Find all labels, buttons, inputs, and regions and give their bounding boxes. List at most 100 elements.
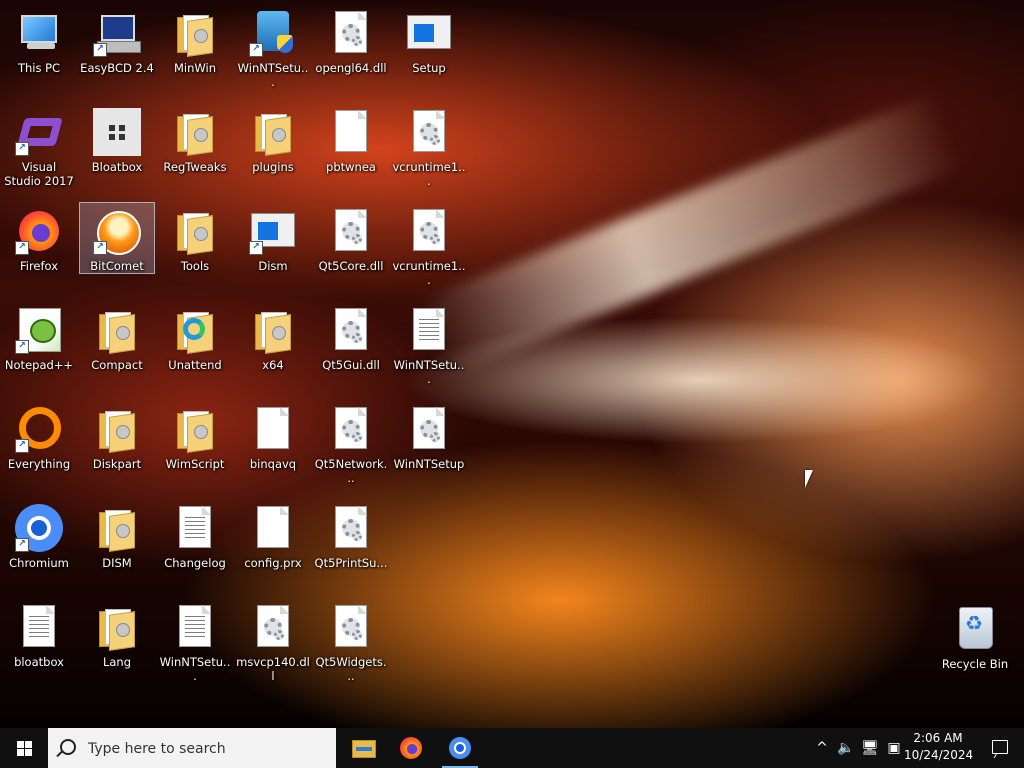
dll-file-icon [257,605,289,647]
desktop-icon-qt5core-dll[interactable]: Qt5Core.dll [313,202,389,274]
taskbar-firefox-button[interactable] [387,728,435,768]
desktop-icon-opengl64-dll[interactable]: opengl64.dll [313,4,389,76]
desktop-icon-label: Everything [7,457,71,471]
desktop-icon-glyph [15,603,63,651]
desktop-icon-wimscript[interactable]: WimScript [157,400,233,472]
desktop-icon-glyph: ↗ [15,504,63,552]
network-icon[interactable]: 🖥 [860,738,880,758]
desktop-icon-glyph [93,405,141,453]
desktop-icon-changelog[interactable]: Changelog [157,499,233,571]
text-file-icon [179,605,211,647]
desktop-icon-config-prx[interactable]: config.prx [235,499,311,571]
desktop-icon-qt5widgets[interactable]: Qt5Widgets... [313,598,389,684]
desktop-icon-glyph: ↗ [249,9,297,57]
desktop-icon-label: Firefox [19,259,59,273]
desktop-icon-qt5printsu[interactable]: Qt5PrintSu... [313,499,389,571]
desktop-icon-firefox[interactable]: ↗ Firefox [1,202,77,274]
desktop-icon-label: DISM [102,556,132,570]
this-pc-icon [21,15,57,43]
desktop-icon-dism[interactable]: ↗ Dism [235,202,311,274]
dll-file-icon [413,110,445,152]
desktop-icon-glyph [171,9,219,57]
folder-icon [99,609,135,651]
desktop-icon-label: This PC [17,61,61,75]
notification-icon [992,740,1008,754]
desktop-icon-notepad[interactable]: ↗ Notepad++ [1,301,77,373]
folder-icon [177,411,213,453]
desktop-icon-glyph [171,108,219,156]
action-center-button[interactable] [976,728,1024,768]
bloatbox-icon [93,108,141,156]
desktop-icon-vcruntime1[interactable]: vcruntime1... [391,202,467,288]
search-icon [60,739,76,755]
desktop-icon-diskpart[interactable]: Diskpart [79,400,155,472]
desktop-icon-glyph [327,207,375,255]
desktop-icon-winntsetup[interactable]: WinNTSetup [391,400,467,472]
desktop-icon-plugins[interactable]: plugins [235,103,311,175]
blank-file-icon [257,506,289,548]
desktop-icon-tools[interactable]: Tools [157,202,233,274]
desktop-icon-everything[interactable]: ↗ Everything [1,400,77,472]
desktop-icon-vcruntime1[interactable]: vcruntime1... [391,103,467,189]
desktop-icon-winntsetu[interactable]: ↗ WinNTSetu... [235,4,311,90]
folder-icon [99,411,135,453]
desktop-icon-bitcomet[interactable]: ↗ BitComet [79,202,155,274]
desktop-icon-label: Tools [180,259,210,273]
desktop-icon-label: Dism [258,259,288,273]
volume-muted-icon[interactable]: 🔈 [836,738,856,758]
show-hidden-icons-chevron-icon[interactable]: ^ [812,738,832,758]
shortcut-arrow-icon: ↗ [93,43,107,57]
desktop-icon-dism[interactable]: DISM [79,499,155,571]
desktop-icon-winntsetu[interactable]: WinNTSetu... [391,301,467,387]
desktop-icon-setup[interactable]: Setup [391,4,467,76]
desktop-icon-label: vcruntime1... [392,160,466,188]
desktop-icon-this-pc[interactable]: This PC [1,4,77,76]
desktop-icon-x64[interactable]: x64 [235,301,311,373]
start-button[interactable] [0,728,48,768]
blank-file-icon [257,407,289,449]
desktop-icon-qt5gui-dll[interactable]: Qt5Gui.dll [313,301,389,373]
mouse-cursor-icon [805,470,813,488]
desktop-icon-compact[interactable]: Compact [79,301,155,373]
desktop-icon-glyph [327,306,375,354]
display-icon[interactable]: ▣ [884,738,904,758]
folder-icon [99,312,135,354]
shortcut-arrow-icon: ↗ [15,142,29,156]
desktop-icon-bloatbox[interactable]: Bloatbox [79,103,155,175]
desktop-icon-unattend[interactable]: Unattend [157,301,233,373]
desktop-icon-label: EasyBCD 2.4 [80,61,154,75]
desktop-icon-minwin[interactable]: MinWin [157,4,233,76]
taskbar-file-explorer-button[interactable] [338,728,386,768]
search-box[interactable] [48,728,336,768]
desktop-icon-label: msvcp140.dll [236,655,310,683]
desktop-icon-msvcp140-dll[interactable]: msvcp140.dll [235,598,311,684]
desktop-icon-winntsetu[interactable]: WinNTSetu... [157,598,233,684]
firefox-icon [400,737,422,759]
desktop-icon-qt5network[interactable]: Qt5Network... [313,400,389,486]
desktop[interactable]: This PC ↗ EasyBCD 2.4 MinWin ↗ WinNTSetu... op… [0,0,1024,728]
desktop-icon-label: plugins [252,160,294,174]
desktop-icon-glyph [171,603,219,651]
desktop-icon-chromium[interactable]: ↗ Chromium [1,499,77,571]
desktop-icon-label: binqavq [249,457,297,471]
desktop-icon-glyph [93,306,141,354]
desktop-icon-pbtwnea[interactable]: pbtwnea [313,103,389,175]
folder-icon [177,15,213,57]
desktop-icon-bloatbox[interactable]: bloatbox [1,598,77,670]
dll-file-icon [413,209,445,251]
desktop-icon-visual-studio-2017[interactable]: ↗ Visual Studio 2017 [1,103,77,189]
desktop-icon-glyph [327,108,375,156]
desktop-icon-regtweaks[interactable]: RegTweaks [157,103,233,175]
desktop-icon-glyph: ↗ [15,207,63,255]
desktop-icon-label: x64 [262,358,284,372]
desktop-icon-easybcd-2-4[interactable]: ↗ EasyBCD 2.4 [79,4,155,76]
clock-date: 10/24/2024 [904,748,974,762]
search-input[interactable] [86,738,330,760]
desktop-icon-lang[interactable]: Lang [79,598,155,670]
system-clock[interactable]: 2:06 AM 10/24/2024 [904,730,974,766]
desktop-icon-label: WimScript [165,457,225,471]
taskbar-chromium-button[interactable] [436,728,484,768]
folder-icon [255,312,291,354]
desktop-icon-binqavq[interactable]: binqavq [235,400,311,472]
desktop-icon-recycle-bin[interactable]: Recycle Bin [937,600,1013,672]
